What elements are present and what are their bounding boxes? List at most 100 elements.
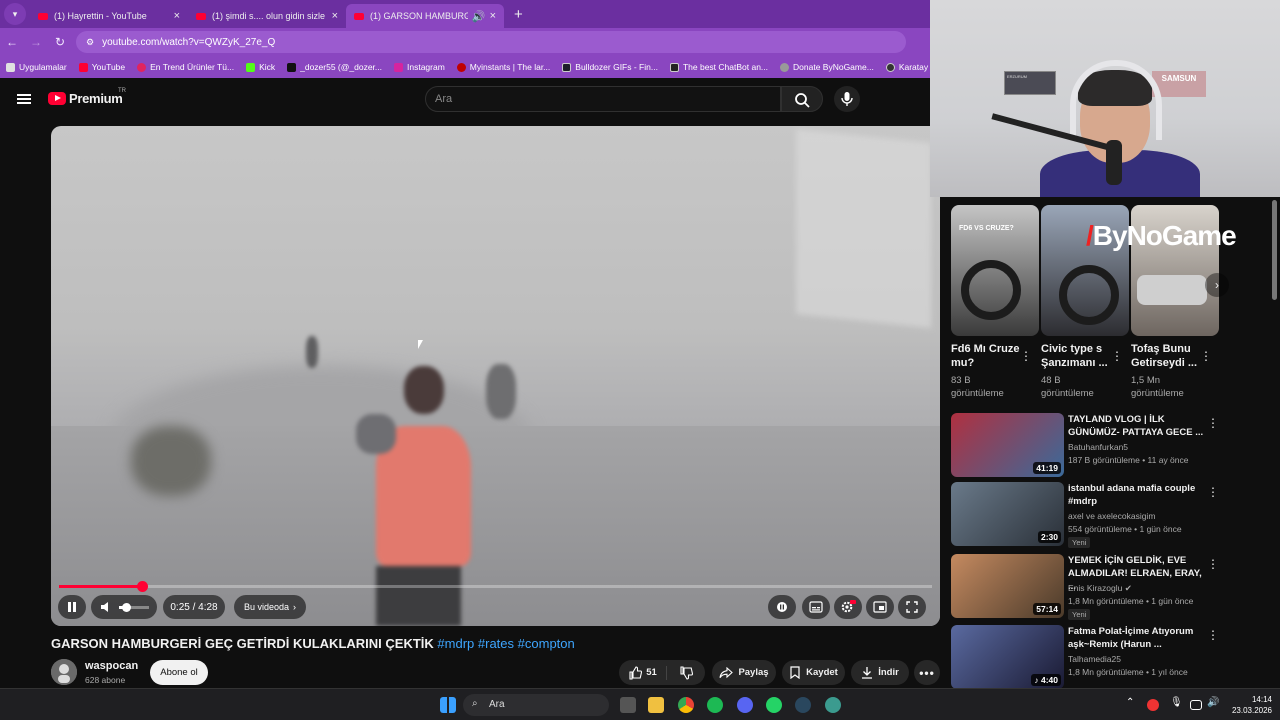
site-info-icon[interactable]: ⚙ xyxy=(86,37,94,48)
whatsapp-icon[interactable] xyxy=(766,697,782,713)
shorts-next-button[interactable]: › xyxy=(1205,273,1229,297)
save-button[interactable]: Kaydet xyxy=(782,660,845,685)
channel-name[interactable]: Batuhanfurkan5 xyxy=(1068,442,1128,452)
video-thumbnail[interactable]: 57:14 xyxy=(951,554,1064,618)
video-title[interactable]: istanbul adana mafia couple #mdrp xyxy=(1068,482,1208,508)
like-button[interactable]: 51 xyxy=(620,665,667,680)
video-thumbnail[interactable]: ♪ 4:40 xyxy=(951,625,1064,689)
settings-button[interactable] xyxy=(834,595,862,619)
tab-garson[interactable]: (1) GARSON HAMBURGERİ 🔊 × xyxy=(346,4,504,28)
chrome-icon[interactable] xyxy=(678,697,694,713)
dislike-button[interactable] xyxy=(667,665,705,680)
bookmark-item[interactable]: The best ChatBot an... xyxy=(669,62,768,72)
more-vertical-icon[interactable]: ⋮ xyxy=(1200,350,1212,362)
bookmark-item[interactable]: Donate ByNoGame... xyxy=(780,62,874,72)
poster-right-text: SAMSUN xyxy=(1161,74,1197,83)
share-button[interactable]: Paylaş xyxy=(712,660,776,685)
subtitles-button[interactable] xyxy=(802,595,830,619)
pause-button[interactable] xyxy=(58,595,86,619)
short-card[interactable]: FD6 VS CRUZE? xyxy=(951,205,1039,336)
reload-icon[interactable]: ↻ xyxy=(48,35,72,49)
recommended-video[interactable]: ♪ 4:40 Fatma Polat-İçime Atıyorum aşk~Re… xyxy=(951,625,1251,689)
video-title[interactable]: TAYLAND VLOG | İLK GÜNÜMÜZ- PATTAYA GECE… xyxy=(1068,413,1208,439)
video-thumbnail[interactable]: 2:30 xyxy=(951,482,1064,546)
fullscreen-button[interactable] xyxy=(898,595,926,619)
hashtag-link[interactable]: #compton xyxy=(518,636,575,651)
discord-icon[interactable] xyxy=(737,697,753,713)
system-clock[interactable]: 14:14 23.03.2026 xyxy=(1228,694,1272,716)
tray-app-icon[interactable] xyxy=(1147,699,1159,711)
channel-name[interactable]: Enis Kirazoglu ✔ xyxy=(1068,583,1132,594)
microphone-icon[interactable]: 🎙 xyxy=(1170,697,1186,713)
close-icon[interactable]: × xyxy=(490,10,496,22)
subscribe-button[interactable]: Abone ol xyxy=(150,660,208,685)
chevron-up-icon[interactable]: ⌃ xyxy=(1126,697,1142,713)
recommended-video[interactable]: 2:30 istanbul adana mafia couple #mdrp a… xyxy=(951,482,1251,548)
speaker-icon[interactable]: 🔊 xyxy=(472,10,486,23)
hashtag-link[interactable]: #mdrp xyxy=(437,636,474,651)
windows-start-icon[interactable] xyxy=(440,697,456,713)
taskbar-search[interactable]: ⌕ Ara xyxy=(463,694,609,716)
recommended-video[interactable]: 41:19 TAYLAND VLOG | İLK GÜNÜMÜZ- PATTAY… xyxy=(951,413,1251,477)
progress-scrubber[interactable] xyxy=(136,581,148,592)
file-explorer-icon[interactable] xyxy=(648,697,664,713)
chapters-button[interactable]: Bu videoda › xyxy=(234,595,306,619)
task-view-icon[interactable] xyxy=(620,697,636,713)
video-player[interactable]: 0:25 / 4:28 Bu videoda › xyxy=(51,126,940,626)
more-vertical-icon[interactable]: ⋮ xyxy=(1207,417,1219,429)
network-icon[interactable] xyxy=(1190,700,1202,710)
miniplayer-button[interactable] xyxy=(866,595,894,619)
more-vertical-icon[interactable]: ⋮ xyxy=(1020,350,1032,362)
sidebar-scrollbar[interactable] xyxy=(1272,200,1277,300)
video-title[interactable]: Fatma Polat-İçime Atıyorum aşk~Remix (Ha… xyxy=(1068,625,1208,651)
bookmark-item[interactable]: Kick xyxy=(246,62,275,72)
back-arrow-icon[interactable]: ← xyxy=(0,35,24,49)
tab-simdi[interactable]: (1) şimdi s.... olun gidin sizle ba × xyxy=(188,4,346,28)
spotify-icon[interactable] xyxy=(707,697,723,713)
search-input[interactable]: Ara xyxy=(425,86,781,112)
short-title[interactable]: Fd6 Mı Cruze mu? xyxy=(951,342,1019,370)
speaker-icon[interactable]: 🔊 xyxy=(1207,697,1223,713)
bookmark-item[interactable]: Myinstants | The lar... xyxy=(456,62,550,72)
bookmark-item[interactable]: Instagram xyxy=(394,62,445,72)
bookmark-item[interactable]: _dozer55 (@_dozer... xyxy=(287,62,382,72)
hashtag-link[interactable]: #rates xyxy=(478,636,514,651)
channel-name[interactable]: waspocan xyxy=(85,660,138,672)
new-tab-button[interactable]: + xyxy=(514,6,523,23)
search-button[interactable] xyxy=(781,86,823,112)
forward-arrow-icon[interactable]: → xyxy=(24,35,48,49)
bookmark-item[interactable]: En Trend Ürünler Tü... xyxy=(137,62,234,72)
bookmark-item[interactable]: Karatay Belediyesi xyxy=(885,62,930,72)
volume-control[interactable] xyxy=(91,595,157,619)
more-vertical-icon[interactable]: ⋮ xyxy=(1207,558,1219,570)
voice-search-button[interactable] xyxy=(834,86,860,112)
close-icon[interactable]: × xyxy=(332,10,338,22)
download-button[interactable]: İndir xyxy=(851,660,909,685)
tab-hayrettin[interactable]: (1) Hayrettin - YouTube × xyxy=(30,4,188,28)
duration-badge: 57:14 xyxy=(1033,603,1061,615)
app-icon[interactable] xyxy=(825,697,841,713)
short-title[interactable]: Civic type s Şanzımanı ... xyxy=(1041,342,1108,370)
recommended-video[interactable]: 57:14 YEMEK İÇİN GELDİK, EVE ALMADILAR! … xyxy=(951,554,1251,620)
autoplay-toggle[interactable] xyxy=(768,595,796,619)
more-actions-button[interactable]: ••• xyxy=(914,660,940,685)
url-field[interactable]: ⚙ youtube.com/watch?v=QWZyK_27e_Q xyxy=(76,31,906,53)
bookmark-item[interactable]: YouTube xyxy=(78,62,125,72)
short-title[interactable]: Tofaş Bunu Getirseydi ... xyxy=(1131,342,1197,370)
steam-icon[interactable] xyxy=(795,697,811,713)
close-icon[interactable]: × xyxy=(174,10,180,22)
menu-icon[interactable] xyxy=(17,94,31,104)
more-vertical-icon[interactable]: ⋮ xyxy=(1207,629,1219,641)
bookmark-item[interactable]: Bulldozer GIFs - Fin... xyxy=(562,62,658,72)
progress-bar[interactable] xyxy=(59,581,932,592)
volume-slider[interactable] xyxy=(119,602,149,612)
more-vertical-icon[interactable]: ⋮ xyxy=(1111,350,1123,362)
channel-name[interactable]: axel ve axelecokasigim xyxy=(1068,511,1155,521)
more-vertical-icon[interactable]: ⋮ xyxy=(1207,486,1219,498)
youtube-logo[interactable]: Premium xyxy=(48,91,123,106)
channel-name[interactable]: Talhamedia25 xyxy=(1068,654,1121,664)
video-thumbnail[interactable]: 41:19 xyxy=(951,413,1064,477)
channel-avatar[interactable] xyxy=(51,659,77,685)
bookmark-item[interactable]: Uygulamalar xyxy=(6,62,67,72)
tab-search-icon[interactable]: ▾ xyxy=(4,3,26,25)
